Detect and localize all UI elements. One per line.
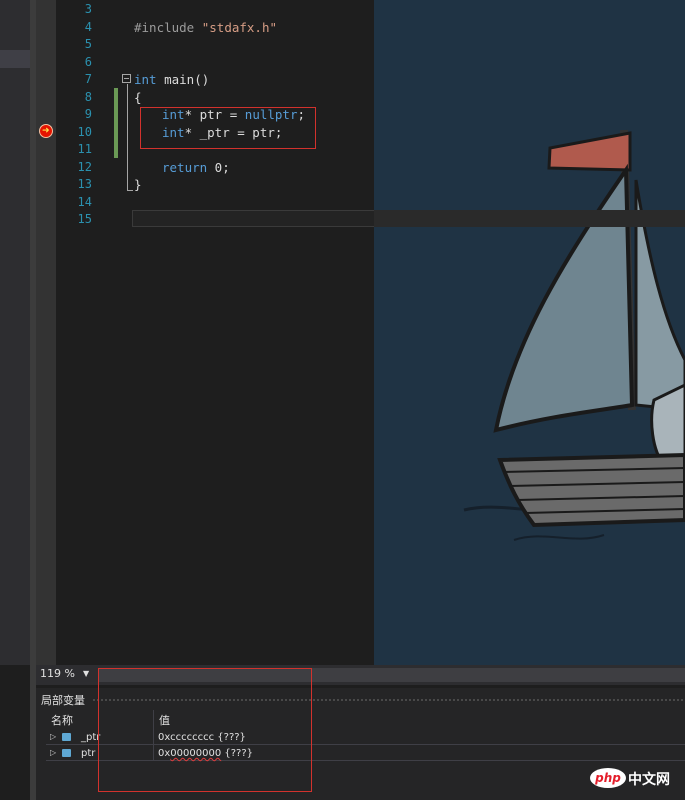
highlight-box-code — [140, 107, 316, 149]
column-header-name[interactable]: 名称 — [51, 712, 73, 728]
code-line-open-brace[interactable]: { — [134, 89, 142, 107]
keyword-int: int — [134, 72, 157, 87]
line-number: 7 — [84, 72, 92, 86]
line-number: 5 — [84, 37, 92, 51]
glyph-margin[interactable] — [36, 0, 56, 665]
zoom-dropdown-arrow-icon[interactable]: ▼ — [83, 669, 89, 678]
left-panel-selected-row — [0, 50, 30, 68]
change-indicator — [114, 88, 118, 158]
line-number: 15 — [77, 212, 92, 226]
line-number: 12 — [77, 160, 92, 174]
watermark: php 中文网 — [590, 768, 678, 790]
locals-window-title: 局部变量 — [41, 694, 85, 707]
line-number: 8 — [84, 90, 92, 104]
outline-guide — [127, 84, 128, 190]
sailboat-drawing — [463, 129, 685, 541]
keyword-return: return — [162, 160, 208, 175]
code-editor[interactable] — [56, 0, 374, 665]
line-number: 11 — [77, 142, 92, 156]
main-signature: main() — [156, 72, 210, 87]
current-line-highlight — [132, 210, 374, 227]
collapse-outline-icon[interactable] — [122, 74, 131, 83]
outline-guide-end — [127, 190, 133, 191]
line-number: 3 — [84, 2, 92, 16]
breakpoint-current-statement-icon[interactable]: ➜ — [39, 124, 53, 138]
line-number: 9 — [84, 107, 92, 121]
return-value: 0; — [207, 160, 230, 175]
variable-icon — [62, 749, 71, 757]
zoom-level[interactable]: 119 % — [40, 667, 75, 680]
left-panel — [0, 0, 30, 665]
variable-icon — [62, 733, 71, 741]
sailboat-illustration — [374, 0, 685, 665]
arrow-right-icon: ➜ — [42, 126, 50, 136]
code-line-return[interactable]: return 0; — [162, 159, 230, 177]
preprocessor-keyword: #include — [134, 20, 195, 35]
code-line-include[interactable]: #include "stdafx.h" — [134, 19, 277, 37]
highlight-box-locals — [98, 668, 312, 792]
line-number: 4 — [84, 20, 92, 34]
open-brace: { — [134, 90, 142, 105]
php-logo: php — [590, 768, 626, 788]
code-line-close-brace[interactable]: } — [134, 176, 142, 194]
expand-triangle-icon[interactable]: ▷ — [50, 732, 56, 741]
expand-triangle-icon[interactable]: ▷ — [50, 748, 56, 757]
watermark-text: 中文网 — [628, 772, 670, 788]
line-number: 14 — [77, 195, 92, 209]
close-brace: } — [134, 177, 142, 192]
variable-name: ptr — [81, 748, 96, 759]
line-number: 6 — [84, 55, 92, 69]
include-string: "stdafx.h" — [201, 20, 278, 35]
code-line-main[interactable]: int main() — [134, 71, 209, 89]
line-number: 10 — [77, 125, 92, 139]
line-number: 13 — [77, 177, 92, 191]
current-line-highlight-extension — [374, 210, 685, 227]
